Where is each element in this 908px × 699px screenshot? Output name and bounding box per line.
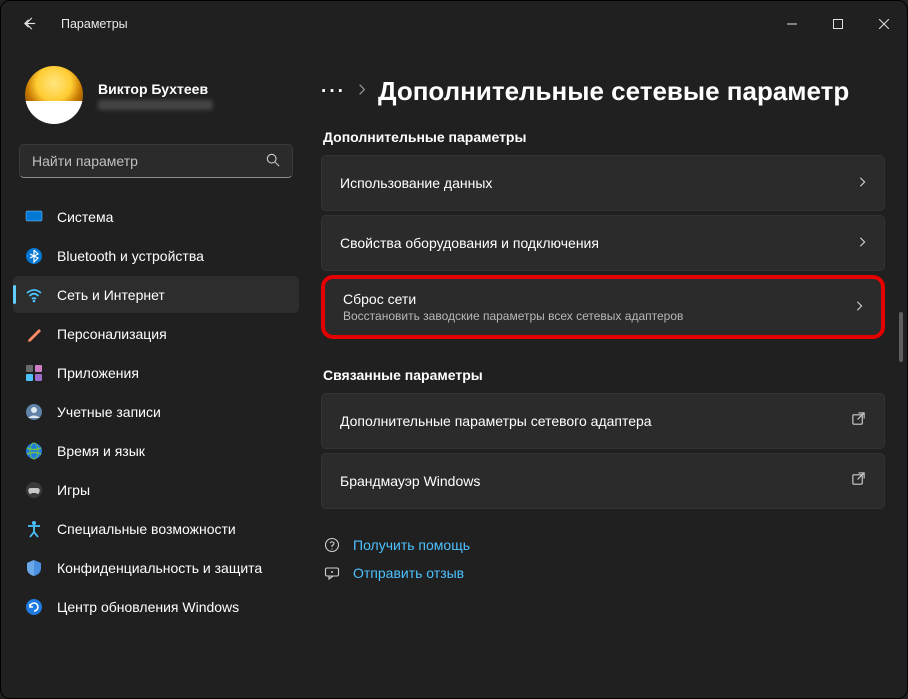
nav-label: Сеть и Интернет [57, 287, 165, 303]
nav-label: Персонализация [57, 326, 167, 342]
nav-label: Центр обновления Windows [57, 599, 239, 615]
system-icon [25, 208, 43, 226]
gaming-icon [25, 481, 43, 499]
feedback-icon [323, 565, 341, 581]
nav-personalization[interactable]: Персонализация [13, 315, 299, 352]
nav-system[interactable]: Система [13, 198, 299, 235]
card-title: Дополнительные параметры сетевого адапте… [340, 413, 652, 429]
get-help-link[interactable]: Получить помощь [323, 537, 885, 553]
nav-label: Игры [57, 482, 90, 498]
nav-time[interactable]: Время и язык [13, 432, 299, 469]
open-external-icon [851, 471, 866, 491]
breadcrumb-overflow[interactable]: ··· [321, 81, 346, 103]
card-network-reset[interactable]: Сброс сети Восстановить заводские параме… [321, 275, 885, 339]
card-data-usage[interactable]: Использование данных [321, 155, 885, 211]
help-icon [323, 537, 341, 553]
user-email-blurred [98, 100, 213, 110]
nav-label: Bluetooth и устройства [57, 248, 204, 264]
nav-label: Система [57, 209, 113, 225]
page-title: Дополнительные сетевые параметр [378, 76, 849, 107]
nav-label: Учетные записи [57, 404, 161, 420]
scrollbar-thumb[interactable] [899, 312, 903, 362]
update-icon [25, 598, 43, 616]
card-hardware-props[interactable]: Свойства оборудования и подключения [321, 215, 885, 271]
nav-label: Специальные возможности [57, 521, 236, 537]
paintbrush-icon [25, 325, 43, 343]
minimize-button[interactable] [769, 6, 815, 42]
nav: Система Bluetooth и устройства Сеть и Ин… [1, 198, 311, 625]
nav-gaming[interactable]: Игры [13, 471, 299, 508]
shield-icon [25, 559, 43, 577]
open-external-icon [851, 411, 866, 431]
bluetooth-icon [25, 247, 43, 265]
nav-label: Приложения [57, 365, 139, 381]
window-title: Параметры [61, 17, 128, 31]
nav-bluetooth[interactable]: Bluetooth и устройства [13, 237, 299, 274]
card-subtitle: Восстановить заводские параметры всех се… [343, 309, 683, 323]
card-title: Свойства оборудования и подключения [340, 235, 599, 251]
window-controls [769, 6, 907, 42]
scrollbar[interactable] [899, 82, 903, 678]
feedback-link[interactable]: Отправить отзыв [323, 565, 885, 581]
user-block[interactable]: Виктор Бухтеев [1, 46, 311, 144]
chevron-right-icon [859, 236, 866, 251]
link-label: Получить помощь [353, 537, 470, 553]
close-button[interactable] [861, 6, 907, 42]
titlebar: Параметры [1, 1, 907, 46]
card-adapter-options[interactable]: Дополнительные параметры сетевого адапте… [321, 393, 885, 449]
wifi-icon [25, 286, 43, 304]
card-firewall[interactable]: Брандмауэр Windows [321, 453, 885, 509]
accounts-icon [25, 403, 43, 421]
main-content: ··· Дополнительные сетевые параметр Допо… [311, 46, 907, 698]
accessibility-icon [25, 520, 43, 538]
sidebar: Виктор Бухтеев Система [1, 46, 311, 698]
breadcrumb: ··· Дополнительные сетевые параметр [321, 76, 885, 107]
apps-icon [25, 364, 43, 382]
card-title: Использование данных [340, 175, 492, 191]
maximize-button[interactable] [815, 6, 861, 42]
chevron-right-icon [358, 83, 366, 100]
nav-accessibility[interactable]: Специальные возможности [13, 510, 299, 547]
nav-label: Время и язык [57, 443, 145, 459]
section-related-label: Связанные параметры [323, 367, 885, 383]
chevron-right-icon [856, 300, 863, 315]
link-label: Отправить отзыв [353, 565, 464, 581]
search-icon [266, 153, 280, 170]
section-advanced-label: Дополнительные параметры [323, 129, 885, 145]
chevron-right-icon [859, 176, 866, 191]
back-button[interactable] [15, 10, 43, 38]
nav-privacy[interactable]: Конфиденциальность и защита [13, 549, 299, 586]
nav-network[interactable]: Сеть и Интернет [13, 276, 299, 313]
search-box[interactable] [19, 144, 293, 178]
nav-label: Конфиденциальность и защита [57, 560, 262, 576]
help-links: Получить помощь Отправить отзыв [321, 537, 885, 581]
user-name: Виктор Бухтеев [98, 81, 213, 97]
card-title: Брандмауэр Windows [340, 473, 480, 489]
nav-accounts[interactable]: Учетные записи [13, 393, 299, 430]
search-input[interactable] [32, 153, 258, 169]
nav-apps[interactable]: Приложения [13, 354, 299, 391]
card-title: Сброс сети [343, 291, 683, 307]
clock-globe-icon [25, 442, 43, 460]
avatar [25, 66, 83, 124]
nav-update[interactable]: Центр обновления Windows [13, 588, 299, 625]
